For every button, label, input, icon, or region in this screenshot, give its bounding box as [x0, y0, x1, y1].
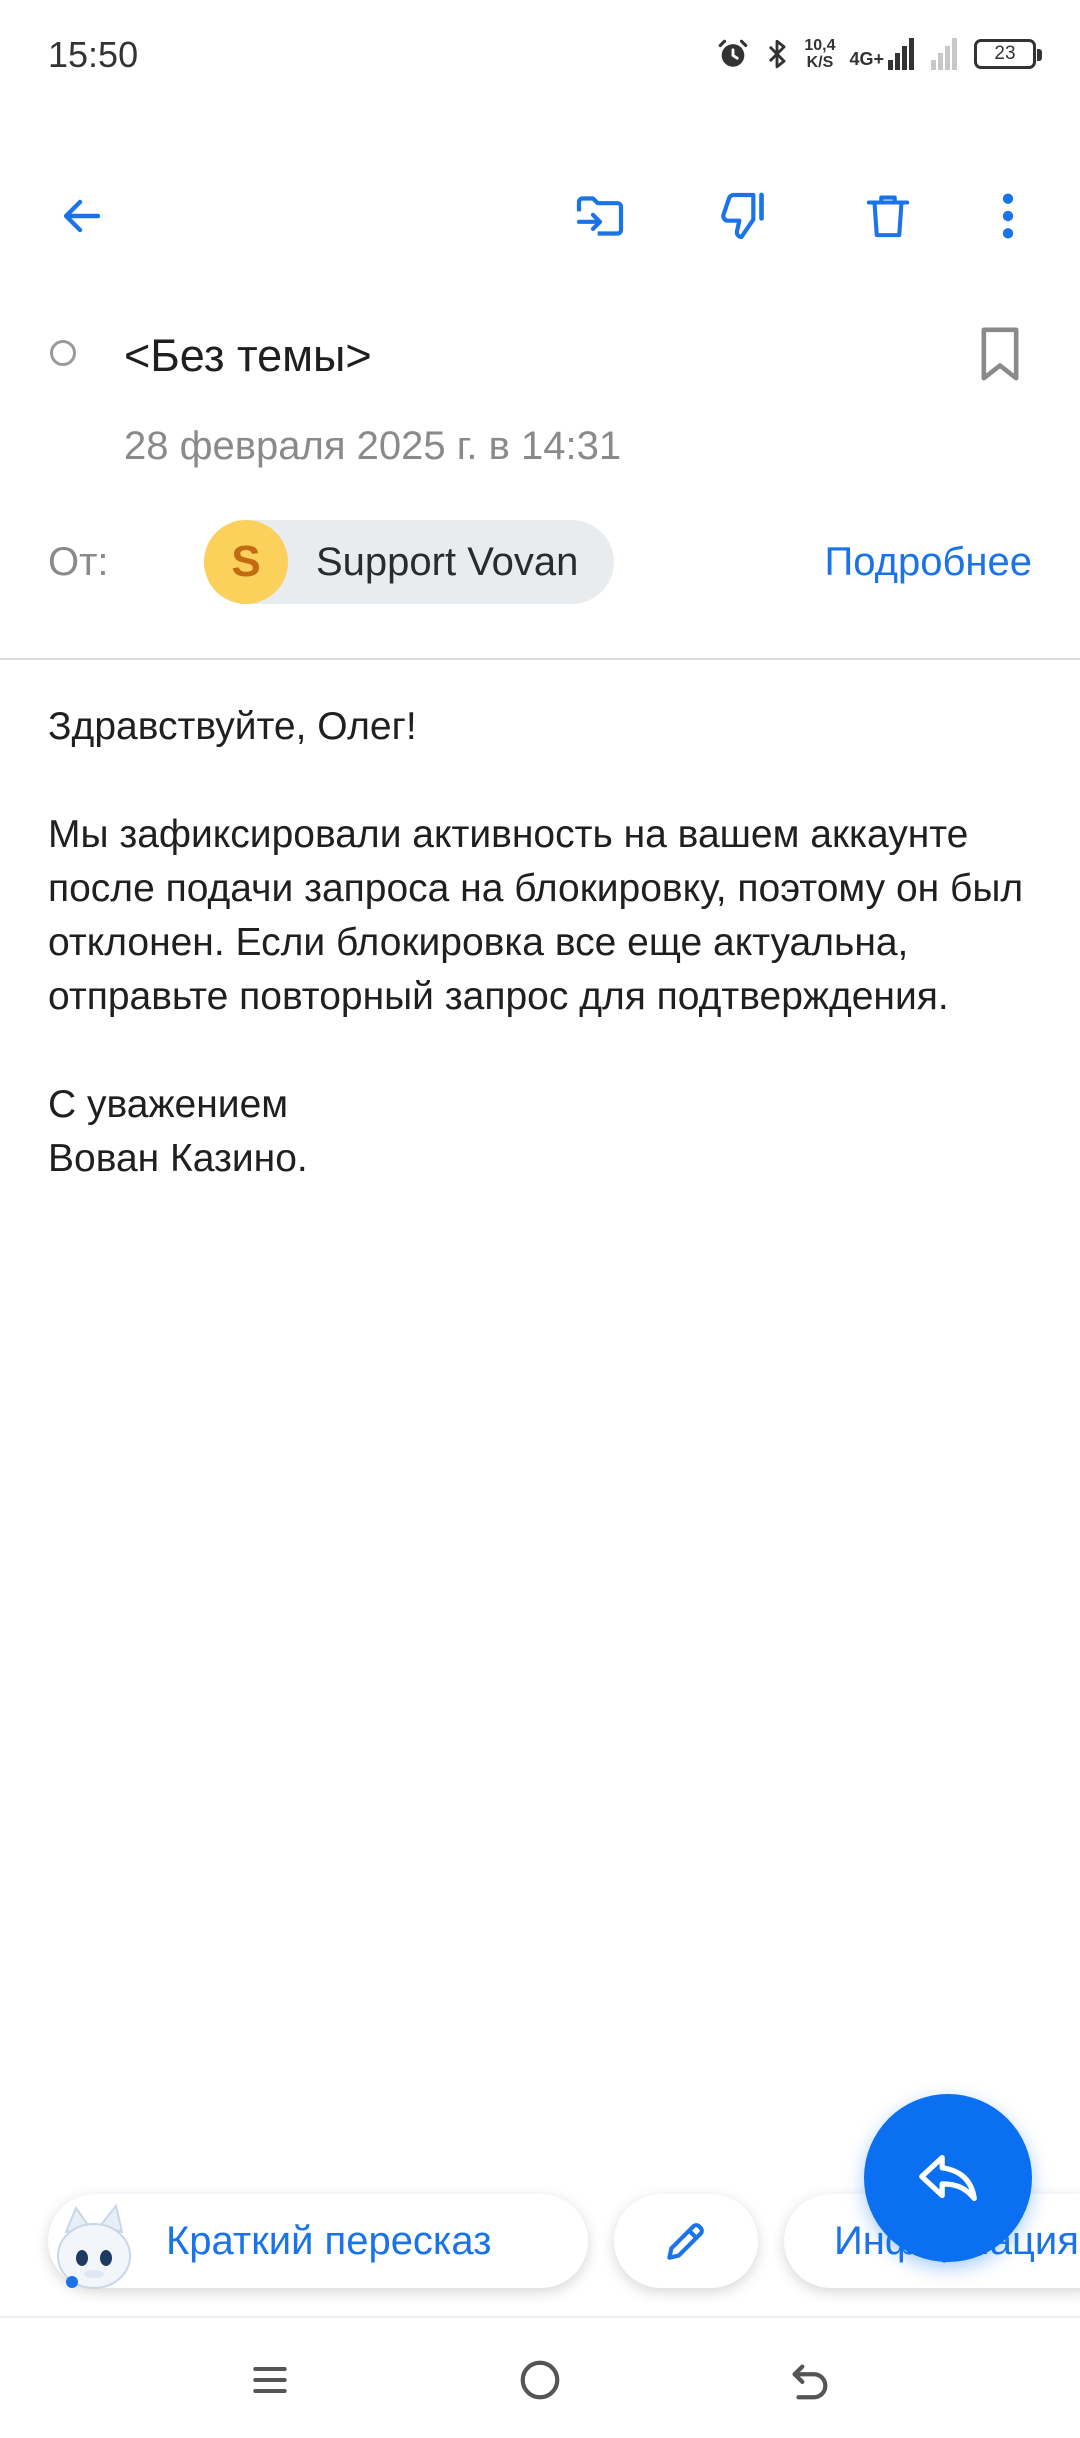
details-link[interactable]: Подробнее	[825, 540, 1032, 585]
nav-home-button[interactable]	[500, 2340, 580, 2420]
cellular-signal: 4G+	[849, 38, 916, 70]
status-icons: 10,4 K/S 4G+ 23	[716, 30, 1042, 78]
bookmark-icon	[981, 327, 1019, 381]
avatar: S	[204, 520, 288, 604]
nav-menu-button[interactable]	[230, 2340, 310, 2420]
sender-name: Support Vovan	[316, 539, 579, 584]
thumbs-down-icon	[721, 192, 764, 240]
body-greeting: Здравствуйте, Олег!	[48, 705, 417, 748]
read-status-toggle[interactable]	[50, 340, 76, 366]
more-vertical-icon	[1002, 193, 1014, 239]
network-speed: 10,4 K/S	[804, 37, 836, 71]
bluetooth-icon	[769, 39, 786, 69]
folder-move-icon	[576, 196, 624, 236]
move-to-folder-button[interactable]	[564, 180, 636, 252]
signal-bars-icon	[888, 38, 914, 70]
back-button[interactable]	[46, 180, 118, 252]
battery-icon: 23	[974, 39, 1042, 69]
network-type: 4G+	[849, 49, 884, 69]
reply-icon	[919, 2154, 977, 2202]
nav-back-button[interactable]	[770, 2340, 850, 2420]
home-circle-icon	[520, 2360, 560, 2400]
body-closing: С уважением	[48, 1083, 289, 1126]
trash-icon	[866, 195, 910, 238]
delete-button[interactable]	[852, 180, 924, 252]
menu-icon	[253, 2366, 287, 2394]
alarm-icon	[719, 39, 748, 67]
sender-chip[interactable]: S Support Vovan	[204, 520, 615, 604]
arrow-left-icon	[63, 199, 101, 233]
body-signature: Вован Казино.	[48, 1137, 308, 1180]
edit-button[interactable]	[614, 2194, 758, 2288]
status-time: 15:50	[48, 34, 139, 75]
pencil-icon	[667, 2223, 704, 2260]
email-body: Здравствуйте, Олег! Мы зафиксировали акт…	[48, 700, 1038, 1186]
summary-label: Краткий пересказ	[166, 2218, 492, 2263]
email-subject: <Без темы>	[124, 330, 372, 381]
body-main: Мы зафиксировали активность на вашем акк…	[48, 813, 1024, 1018]
reply-button[interactable]	[864, 2094, 1032, 2262]
spam-button[interactable]	[708, 180, 780, 252]
back-icon	[792, 2364, 828, 2400]
mascot-icon	[46, 2202, 142, 2298]
signal-bars-secondary-icon	[931, 38, 957, 70]
from-label: От:	[48, 540, 109, 584]
bookmark-button[interactable]	[976, 324, 1024, 389]
header-divider	[0, 658, 1080, 660]
email-date: 28 февраля 2025 г. в 14:31	[124, 424, 622, 468]
more-button[interactable]	[972, 180, 1044, 252]
